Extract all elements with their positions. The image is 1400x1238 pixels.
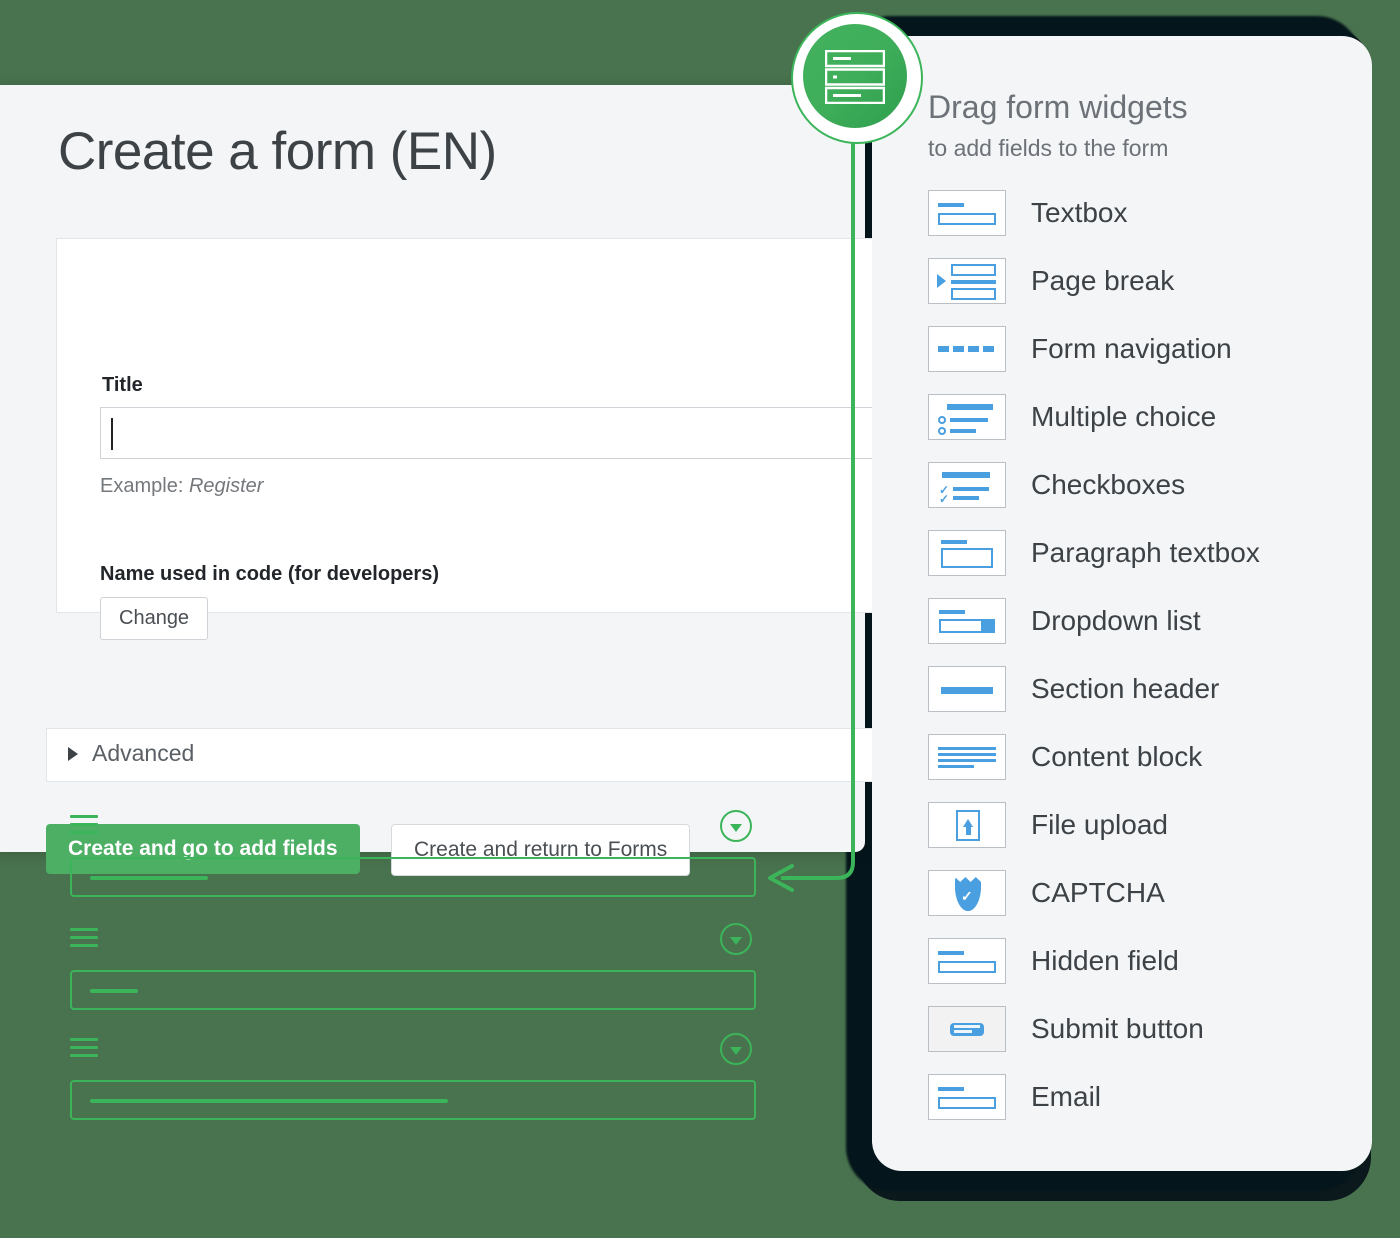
widget-item-label: CAPTCHA — [1031, 877, 1165, 909]
preview-field-text — [90, 1099, 448, 1103]
example-prefix: Example: — [100, 475, 183, 497]
widget-item-form-navigation[interactable]: Form navigation — [928, 315, 1358, 383]
widget-panel-subtitle: to add fields to the form — [928, 135, 1168, 162]
widget-item-label: Multiple choice — [1031, 401, 1216, 433]
widget-item-label: Page break — [1031, 265, 1174, 297]
chevron-down-icon[interactable] — [720, 810, 752, 842]
checkboxes-icon: ✓✓ — [928, 462, 1006, 508]
drag-handle-icon[interactable] — [70, 815, 98, 835]
widget-item-captcha[interactable]: ✓ CAPTCHA — [928, 859, 1358, 927]
widget-item-label: Hidden field — [1031, 945, 1179, 977]
widget-item-label: Content block — [1031, 741, 1202, 773]
stage: Create a form (EN) Title Example: Regist… — [0, 0, 1400, 1238]
form-widgets-badge — [803, 24, 907, 128]
content-block-icon — [928, 734, 1006, 780]
widget-item-textbox[interactable]: Textbox — [928, 179, 1358, 247]
widget-item-content-block[interactable]: Content block — [928, 723, 1358, 791]
form-rows-icon — [825, 50, 885, 104]
widget-item-label: Paragraph textbox — [1031, 537, 1260, 569]
preview-field-input[interactable] — [70, 1080, 756, 1120]
file-upload-icon — [928, 802, 1006, 848]
preview-field-input[interactable] — [70, 857, 756, 897]
form-editor-card: Create a form (EN) Title Example: Regist… — [0, 85, 865, 852]
title-field-label: Title — [102, 374, 143, 397]
paragraph-textbox-icon — [928, 530, 1006, 576]
widget-panel: Drag form widgets to add fields to the f… — [872, 36, 1372, 1171]
example-value: Register — [189, 475, 263, 497]
email-icon — [928, 1074, 1006, 1120]
advanced-toggle[interactable]: Advanced — [68, 740, 194, 767]
section-header-icon — [928, 666, 1006, 712]
widget-item-email[interactable]: Email — [928, 1063, 1358, 1131]
drag-handle-icon[interactable] — [70, 928, 98, 948]
widget-panel-title: Drag form widgets — [928, 89, 1188, 126]
widget-item-label: Section header — [1031, 673, 1219, 705]
widget-item-label: Email — [1031, 1081, 1101, 1113]
widget-item-file-upload[interactable]: File upload — [928, 791, 1358, 859]
widget-list: Textbox Page break Form navigation Multiple… — [928, 179, 1358, 1131]
title-example-hint: Example: Register — [100, 475, 263, 498]
captcha-icon: ✓ — [928, 870, 1006, 916]
chevron-down-icon[interactable] — [720, 1033, 752, 1065]
preview-field-text — [90, 989, 138, 993]
widget-item-dropdown-list[interactable]: Dropdown list — [928, 587, 1358, 655]
title-input[interactable] — [100, 407, 900, 459]
widget-item-label: Submit button — [1031, 1013, 1204, 1045]
multiple-choice-icon — [928, 394, 1006, 440]
widget-item-section-header[interactable]: Section header — [928, 655, 1358, 723]
code-name-label: Name used in code (for developers) — [100, 563, 439, 586]
preview-field-input[interactable] — [70, 970, 756, 1010]
widget-item-submit-button[interactable]: Submit button — [928, 995, 1358, 1063]
hidden-field-icon — [928, 938, 1006, 984]
widget-item-label: Textbox — [1031, 197, 1128, 229]
widget-item-label: File upload — [1031, 809, 1168, 841]
widget-item-multiple-choice[interactable]: Multiple choice — [928, 383, 1358, 451]
widget-item-paragraph-textbox[interactable]: Paragraph textbox — [928, 519, 1358, 587]
drag-handle-icon[interactable] — [70, 1038, 98, 1058]
widget-item-hidden-field[interactable]: Hidden field — [928, 927, 1358, 995]
page-title: Create a form (EN) — [58, 121, 497, 182]
chevron-right-icon — [68, 747, 78, 761]
advanced-label: Advanced — [92, 740, 194, 767]
widget-item-label: Form navigation — [1031, 333, 1232, 365]
textbox-icon — [928, 190, 1006, 236]
dropdown-list-icon — [928, 598, 1006, 644]
preview-field-text — [90, 876, 208, 880]
widget-item-label: Dropdown list — [1031, 605, 1201, 637]
page-break-icon — [928, 258, 1006, 304]
change-button[interactable]: Change — [100, 597, 208, 640]
widget-item-checkboxes[interactable]: ✓✓ Checkboxes — [928, 451, 1358, 519]
widget-item-page-break[interactable]: Page break — [928, 247, 1358, 315]
text-caret — [111, 418, 113, 450]
widget-item-label: Checkboxes — [1031, 469, 1185, 501]
submit-button-icon — [928, 1006, 1006, 1052]
form-navigation-icon — [928, 326, 1006, 372]
chevron-down-icon[interactable] — [720, 923, 752, 955]
